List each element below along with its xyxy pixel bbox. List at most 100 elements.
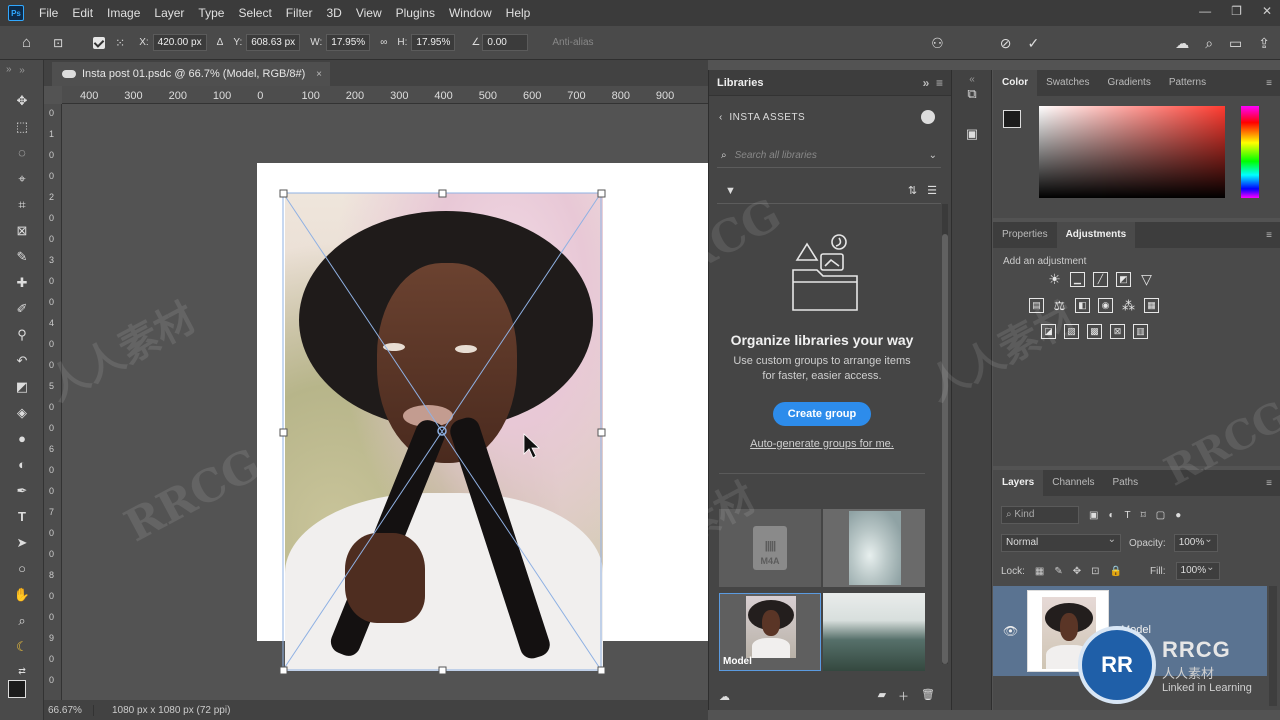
tab-adjustments[interactable]: Adjustments [1056, 222, 1136, 248]
add-icon[interactable]: ＋ [898, 688, 909, 704]
model-photo-layer[interactable] [285, 193, 603, 671]
asset-audio[interactable]: ||||| M4A [719, 509, 821, 587]
tab-paths[interactable]: Paths [1104, 470, 1148, 496]
eraser-tool-icon[interactable]: ◩ [10, 376, 34, 398]
blur-tool-icon[interactable]: ● [10, 428, 34, 450]
eyedropper-tool-icon[interactable]: ✎ [10, 246, 34, 268]
width-field[interactable]: 17.95% [326, 34, 371, 51]
exposure-icon[interactable]: ◩ [1116, 272, 1131, 287]
tab-properties[interactable]: Properties [993, 222, 1057, 248]
panel-menu-icon[interactable]: » ≡ [923, 76, 943, 90]
edit-toolbar-icon[interactable]: ☾ [10, 636, 34, 658]
opacity-field[interactable]: 100% [1173, 534, 1218, 552]
smart-object-filter-icon[interactable]: ▢ [1156, 510, 1165, 521]
home-icon[interactable]: ⌂ [22, 34, 31, 51]
fill-field[interactable]: 100% [1175, 562, 1220, 580]
share-icon[interactable]: ⇪ [1258, 35, 1270, 52]
foreground-swatch[interactable] [1003, 110, 1021, 128]
close-tab-button[interactable]: × [316, 69, 322, 80]
close-window-button[interactable]: ✕ [1262, 0, 1272, 22]
libraries-panel-icon[interactable]: ⧉ [962, 84, 982, 104]
lock-paint-icon[interactable]: ✎ [1054, 566, 1062, 577]
type-filter-icon[interactable]: T [1125, 510, 1131, 521]
threshold-icon[interactable]: ▩ [1087, 324, 1102, 339]
reference-point-icon[interactable]: ⁙ [115, 36, 125, 50]
collapse-icon[interactable]: » [6, 64, 12, 75]
pixel-filter-icon[interactable]: ▣ [1089, 510, 1098, 521]
blend-mode-select[interactable]: Normal [1001, 534, 1121, 552]
layers-scrollbar[interactable] [1269, 586, 1277, 706]
shape-filter-icon[interactable]: ⌑ [1141, 510, 1146, 521]
crop-tool-icon[interactable]: ⌗ [10, 194, 34, 216]
share-cloud-icon[interactable]: ☁ [1175, 35, 1189, 52]
minimize-button[interactable]: — [1199, 0, 1211, 22]
x-field[interactable]: 420.00 px [152, 34, 207, 51]
photo-filter-icon[interactable]: ◉ [1098, 298, 1113, 313]
move-tool-icon[interactable]: ✥ [10, 90, 34, 112]
height-field[interactable]: 17.95% [411, 34, 456, 51]
dodge-tool-icon[interactable]: ◐ [10, 454, 34, 476]
auto-generate-groups-link[interactable]: Auto-generate groups for me. [709, 438, 935, 450]
vertical-ruler[interactable]: 0 1 0 0 2 0 0 3 0 0 4 0 0 5 0 0 6 0 0 7 0 0 8 0 0 9 0 0 [44, 104, 62, 700]
frame-tool-icon[interactable]: ⊠ [10, 220, 34, 242]
quick-selection-tool-icon[interactable]: ⌖ [10, 168, 34, 190]
horizontal-ruler[interactable]: 400 300 200 100 0 100 200 300 400 500 600 700 800 900 [62, 86, 708, 104]
visibility-eye-icon[interactable]: 👁 [1003, 624, 1018, 638]
libraries-scrollbar[interactable] [942, 204, 948, 664]
y-field[interactable]: 608.63 px [246, 34, 301, 51]
black-white-icon[interactable]: ◧ [1075, 298, 1090, 313]
reference-point-checkbox[interactable] [93, 36, 106, 49]
lock-artboard-icon[interactable]: ⊡ [1091, 566, 1099, 577]
transform-icon[interactable]: ⊡ [53, 36, 63, 50]
angle-field[interactable]: 0.00 [482, 34, 529, 51]
document-tab[interactable]: Insta post 01.psdc @ 66.7% (Model, RGB/8… [52, 62, 330, 86]
type-tool-icon[interactable]: T [10, 506, 34, 528]
menu-3d[interactable]: 3D [319, 0, 348, 26]
filter-icon[interactable]: ▼ [725, 185, 736, 197]
color-lookup-icon[interactable]: ▦ [1144, 298, 1159, 313]
pen-tool-icon[interactable]: ✒ [10, 480, 34, 502]
lasso-tool-icon[interactable]: ◌ [10, 142, 34, 164]
menu-help[interactable]: Help [499, 0, 538, 26]
menu-select[interactable]: Select [231, 0, 278, 26]
curves-icon[interactable]: ╱ [1093, 272, 1108, 287]
trash-icon[interactable]: 🗑 [921, 688, 935, 704]
history-brush-tool-icon[interactable]: ↶ [10, 350, 34, 372]
kind-filter[interactable]: ⌕ Kind [1001, 506, 1079, 524]
sort-icon[interactable]: ⇅ [908, 184, 917, 197]
brush-tool-icon[interactable]: ✐ [10, 298, 34, 320]
menu-filter[interactable]: Filter [279, 0, 320, 26]
gradient-map-icon[interactable]: ▥ [1133, 324, 1148, 339]
libraries-title[interactable]: Libraries [717, 77, 763, 89]
library-back-button[interactable]: ‹ INSTA ASSETS [719, 112, 805, 123]
warp-icon[interactable]: ⚇ [931, 35, 944, 52]
menu-layer[interactable]: Layer [147, 0, 191, 26]
filter-toggle-icon[interactable]: ● [1175, 510, 1181, 521]
adjustment-filter-icon[interactable]: ◐ [1108, 510, 1114, 521]
swap-colors-icon[interactable]: ⇄ [10, 660, 34, 682]
asset-forest-image[interactable] [823, 593, 925, 671]
new-group-icon[interactable]: ▰ [878, 688, 886, 704]
cancel-transform-icon[interactable]: ⊘ [1000, 35, 1012, 52]
commit-transform-icon[interactable]: ✓ [1027, 35, 1039, 52]
tab-layers[interactable]: Layers [993, 470, 1044, 496]
levels-icon[interactable]: ▁ [1070, 272, 1085, 287]
path-selection-tool-icon[interactable]: ➤ [10, 532, 34, 554]
healing-brush-tool-icon[interactable]: ✚ [10, 272, 34, 294]
restore-button[interactable]: ❐ [1231, 0, 1242, 22]
add-user-icon[interactable] [921, 110, 935, 124]
tab-gradients[interactable]: Gradients [1098, 70, 1159, 96]
brightness-icon[interactable]: ☀ [1047, 271, 1062, 287]
clone-stamp-tool-icon[interactable]: ⚲ [10, 324, 34, 346]
zoom-tool-icon[interactable]: ⌕ [10, 610, 34, 632]
menu-edit[interactable]: Edit [65, 0, 100, 26]
menu-view[interactable]: View [349, 0, 389, 26]
channel-mixer-icon[interactable]: ⁂ [1121, 298, 1136, 313]
asset-smoke-image[interactable] [823, 509, 925, 587]
canvas[interactable] [62, 104, 708, 700]
lock-pixels-icon[interactable]: ▦ [1035, 566, 1044, 577]
selective-color-icon[interactable]: ⊠ [1110, 324, 1125, 339]
hand-tool-icon[interactable]: ✋ [10, 584, 34, 606]
search-icon[interactable]: ⌕ [1205, 35, 1213, 52]
link-icon[interactable]: ∞ [380, 37, 387, 48]
